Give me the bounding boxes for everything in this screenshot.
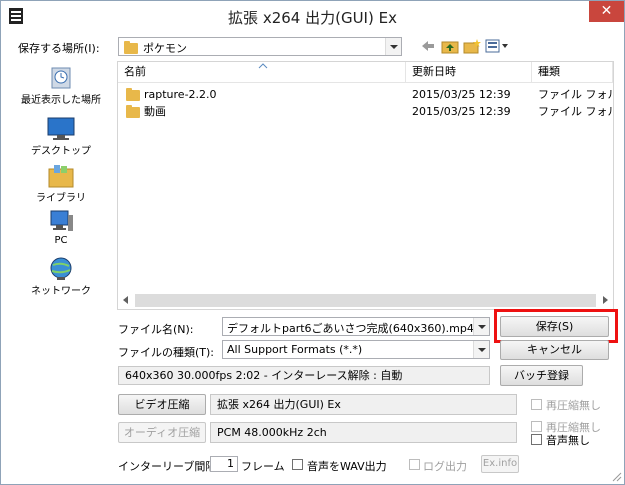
file-date: 2015/03/25 12:39 [412,105,511,118]
wav-output-checkbox[interactable] [292,459,303,470]
new-folder-button[interactable] [463,38,481,54]
network-icon [47,256,75,282]
desktop-icon [47,116,75,142]
place-libraries[interactable]: ライブラリ [11,163,111,204]
place-pc[interactable]: PC [11,209,111,246]
video-recompress-label: 再圧縮無し [546,399,601,412]
view-menu-button[interactable] [485,38,509,54]
horizontal-scrollbar[interactable] [118,292,613,309]
chevron-down-icon [473,318,489,335]
log-output-label: ログ出力 [423,460,467,473]
folder-icon [126,105,140,118]
back-button[interactable] [420,38,436,54]
place-recent[interactable]: 最近表示した場所 [11,65,111,106]
location-value: ポケモン [143,42,187,55]
filetype-label: ファイルの種類(T): [118,346,215,359]
video-compress-button[interactable]: ビデオ圧縮 [118,394,206,415]
window-title: 拡張 x264 出力(GUI) Ex [228,9,397,27]
place-recent-label: 最近表示した場所 [21,95,101,106]
filetype-select[interactable]: All Support Formats (*.*) [222,340,490,359]
column-header-date[interactable]: 更新日時 [406,62,532,82]
scroll-left-icon[interactable] [123,296,128,304]
file-row[interactable]: 動画 2015/03/25 12:39 ファイル フォルダー [118,102,613,121]
column-header-type[interactable]: 種類 [532,62,613,82]
libraries-icon [47,163,75,189]
file-name: 動画 [144,105,166,118]
log-output-checkbox[interactable] [409,459,420,470]
folder-icon [124,41,138,54]
close-button[interactable]: ✕ [589,1,624,22]
place-desktop-label: デスクトップ [31,146,91,157]
file-list-header: 名前 更新日時 種類 [118,62,613,83]
up-folder-button[interactable] [441,38,459,54]
audio-compress-button[interactable]: オーディオ圧縮 [118,422,206,443]
place-desktop[interactable]: デスクトップ [11,116,111,157]
interleave-label: インターリーブ間隔 : [118,460,224,473]
no-audio-label: 音声無し [546,434,590,447]
view-menu-icon [485,39,508,53]
pc-icon [47,209,75,235]
file-list: 名前 更新日時 種類 rapture-2.2.0 2015/03/25 12:3… [117,61,614,310]
recent-places-icon [47,65,75,91]
up-folder-icon [441,41,459,54]
place-libraries-label: ライブラリ [36,193,86,204]
folder-icon [126,88,140,101]
interleave-input[interactable]: 1 [210,456,238,472]
location-combo[interactable]: ポケモン [118,37,402,56]
place-network[interactable]: ネットワーク [11,256,111,297]
scroll-right-icon[interactable] [603,296,608,304]
title-bar: 拡張 x264 出力(GUI) Ex ✕ [1,1,624,31]
wav-output-label: 音声をWAV出力 [307,460,387,473]
video-codec: 拡張 x264 出力(GUI) Ex [210,394,517,415]
sort-ascending-icon [258,63,268,69]
file-type: ファイル フォルダー [538,105,613,118]
interleave-unit: フレーム [241,460,285,473]
chevron-down-icon [473,341,489,358]
batch-register-button[interactable]: バッチ登録 [500,365,583,386]
places-bar: 最近表示した場所 デスクトップ ライブラリ PC ネットワーク [11,61,111,311]
scrollbar-thumb[interactable] [135,294,596,307]
video-recompress-checkbox[interactable] [531,399,542,410]
save-button-highlight [494,309,618,343]
filetype-value: All Support Formats (*.*) [227,343,363,356]
video-info: 640x360 30.000fps 2:02 - インターレース解除 : 自動 [118,366,490,385]
audio-recompress-checkbox[interactable] [531,421,542,432]
place-pc-label: PC [54,235,68,246]
filename-value: デフォルトpart6ごあいさつ完成(640x360).mp4 [227,322,474,335]
back-arrow-icon [422,41,434,51]
chevron-down-icon [385,38,401,55]
exinfo-button[interactable]: Ex.info [481,455,519,473]
audio-codec: PCM 48.000kHz 2ch [210,422,517,443]
place-network-label: ネットワーク [31,286,91,297]
filename-label: ファイル名(N): [118,323,194,336]
save-dialog: 拡張 x264 出力(GUI) Ex ✕ 保存する場所(I): ポケモン 最近表… [0,0,625,485]
cancel-button[interactable]: キャンセル [500,340,609,360]
new-folder-icon [463,39,481,54]
location-label: 保存する場所(I): [18,42,100,55]
filename-input[interactable]: デフォルトpart6ごあいさつ完成(640x360).mp4 [222,317,490,336]
resize-grip-icon[interactable] [612,472,622,482]
no-audio-checkbox[interactable] [531,434,542,445]
